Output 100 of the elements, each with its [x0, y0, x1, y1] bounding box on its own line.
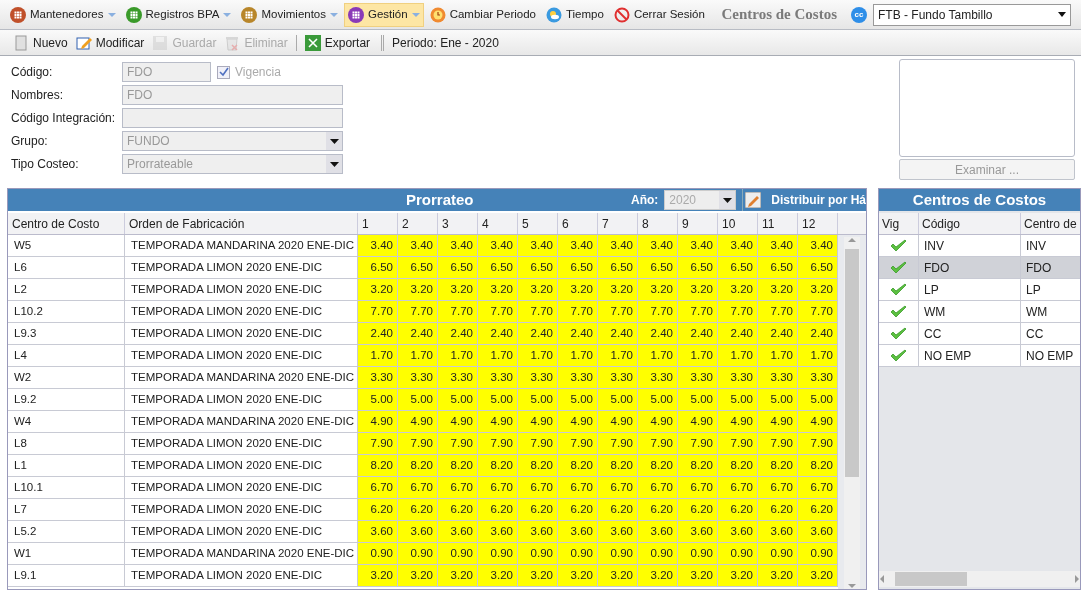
table-cell[interactable]: 2.40 [358, 323, 398, 344]
table-cell[interactable]: 3.30 [718, 367, 758, 388]
table-cell[interactable]: 0.90 [678, 543, 718, 564]
table-cell[interactable]: 1.70 [638, 345, 678, 366]
table-cell[interactable]: 6.70 [678, 477, 718, 498]
table-cell[interactable]: 6.50 [798, 257, 838, 278]
table-cell[interactable]: 3.30 [678, 367, 718, 388]
table-cell[interactable]: 8.20 [398, 455, 438, 476]
table-cell[interactable]: 0.90 [798, 543, 838, 564]
table-cell[interactable]: 3.30 [518, 367, 558, 388]
column-header[interactable]: 6 [558, 213, 598, 234]
table-cell[interactable]: 2.40 [798, 323, 838, 344]
table-cell[interactable]: 0.90 [438, 543, 478, 564]
table-cell[interactable]: 7.70 [478, 301, 518, 322]
table-cell[interactable]: 3.40 [478, 235, 518, 256]
table-cell[interactable]: 7.70 [598, 301, 638, 322]
table-cell[interactable]: 8.20 [798, 455, 838, 476]
table-cell[interactable]: 4.90 [678, 411, 718, 432]
table-cell[interactable]: 5.00 [718, 389, 758, 410]
table-cell[interactable]: 6.50 [718, 257, 758, 278]
table-cell[interactable]: 3.30 [398, 367, 438, 388]
table-cell[interactable]: 4.90 [798, 411, 838, 432]
table-cell[interactable]: 7.90 [798, 433, 838, 454]
table-cell[interactable]: 6.20 [438, 499, 478, 520]
table-cell[interactable]: 0.90 [718, 543, 758, 564]
table-cell[interactable]: 8.20 [518, 455, 558, 476]
table-cell[interactable]: 8.20 [478, 455, 518, 476]
checkbox[interactable] [217, 65, 230, 79]
table-cell[interactable]: 2.40 [758, 323, 798, 344]
table-cell[interactable]: 7.70 [398, 301, 438, 322]
table-cell[interactable]: 5.00 [438, 389, 478, 410]
table-cell[interactable]: 6.70 [758, 477, 798, 498]
table-cell[interactable]: 2.40 [558, 323, 598, 344]
table-row[interactable]: FDO FDO [879, 257, 1080, 279]
column-header[interactable]: 4 [478, 213, 518, 234]
table-cell[interactable]: 1.70 [518, 345, 558, 366]
table-cell[interactable]: 3.20 [638, 279, 678, 300]
table-cell[interactable]: 0.90 [558, 543, 598, 564]
column-header[interactable]: 5 [518, 213, 558, 234]
table-cell[interactable]: 3.40 [798, 235, 838, 256]
table-cell[interactable]: 0.90 [518, 543, 558, 564]
table-cell[interactable]: 1.70 [478, 345, 518, 366]
table-cell[interactable]: 3.60 [718, 521, 758, 542]
table-cell[interactable]: 4.90 [638, 411, 678, 432]
toolbar-button[interactable]: Exportar [301, 31, 374, 54]
table-cell[interactable]: 3.40 [678, 235, 718, 256]
table-cell[interactable]: 3.40 [558, 235, 598, 256]
table-cell[interactable]: 6.50 [598, 257, 638, 278]
table-cell[interactable]: 3.60 [438, 521, 478, 542]
column-header[interactable]: Vig [879, 213, 919, 234]
table-cell[interactable]: 3.20 [798, 279, 838, 300]
table-cell[interactable]: 6.70 [718, 477, 758, 498]
table-cell[interactable]: 7.90 [638, 433, 678, 454]
table-cell[interactable]: 3.40 [718, 235, 758, 256]
table-cell[interactable]: 7.70 [678, 301, 718, 322]
table-cell[interactable]: 3.30 [598, 367, 638, 388]
table-cell[interactable]: 3.20 [438, 565, 478, 586]
table-cell[interactable]: 3.20 [598, 279, 638, 300]
table-cell[interactable]: 3.20 [598, 565, 638, 586]
table-cell[interactable]: 6.20 [478, 499, 518, 520]
table-cell[interactable]: 6.20 [558, 499, 598, 520]
table-cell[interactable]: 3.60 [638, 521, 678, 542]
table-cell[interactable]: 3.60 [798, 521, 838, 542]
column-header[interactable]: 10 [718, 213, 758, 234]
table-cell[interactable]: 8.20 [638, 455, 678, 476]
table-cell[interactable]: 1.70 [558, 345, 598, 366]
table-cell[interactable]: 3.20 [438, 279, 478, 300]
table-cell[interactable]: 5.00 [358, 389, 398, 410]
table-cell[interactable]: 6.70 [358, 477, 398, 498]
column-header[interactable]: 3 [438, 213, 478, 234]
column-header[interactable]: 1 [358, 213, 398, 234]
table-cell[interactable]: 8.20 [438, 455, 478, 476]
table-row[interactable]: INV INV [879, 235, 1080, 257]
table-cell[interactable]: 7.70 [558, 301, 598, 322]
table-cell[interactable]: 4.90 [358, 411, 398, 432]
table-cell[interactable]: 4.90 [478, 411, 518, 432]
table-cell[interactable]: 1.70 [758, 345, 798, 366]
table-cell[interactable]: 7.90 [478, 433, 518, 454]
column-header[interactable]: Centro de [1021, 213, 1080, 234]
table-cell[interactable]: 3.40 [398, 235, 438, 256]
table-cell[interactable]: 2.40 [518, 323, 558, 344]
table-cell[interactable]: 5.00 [598, 389, 638, 410]
table-cell[interactable]: 6.50 [758, 257, 798, 278]
table-cell[interactable]: 6.20 [798, 499, 838, 520]
column-header[interactable]: Orden de Fabricación [125, 213, 358, 234]
table-cell[interactable]: 6.50 [558, 257, 598, 278]
table-cell[interactable]: 7.70 [718, 301, 758, 322]
table-row[interactable]: NO EMP NO EMP [879, 345, 1080, 367]
table-cell[interactable]: 0.90 [598, 543, 638, 564]
table-cell[interactable]: 3.20 [358, 279, 398, 300]
table-cell[interactable]: 1.70 [598, 345, 638, 366]
table-cell[interactable]: 3.20 [558, 565, 598, 586]
table-cell[interactable]: 0.90 [358, 543, 398, 564]
table-cell[interactable]: 1.70 [798, 345, 838, 366]
menu-button[interactable]: Movimientos [237, 2, 343, 27]
table-cell[interactable]: 1.70 [358, 345, 398, 366]
table-cell[interactable]: 5.00 [678, 389, 718, 410]
table-cell[interactable]: 0.90 [398, 543, 438, 564]
column-header[interactable]: 12 [798, 213, 838, 234]
table-cell[interactable]: 1.70 [718, 345, 758, 366]
